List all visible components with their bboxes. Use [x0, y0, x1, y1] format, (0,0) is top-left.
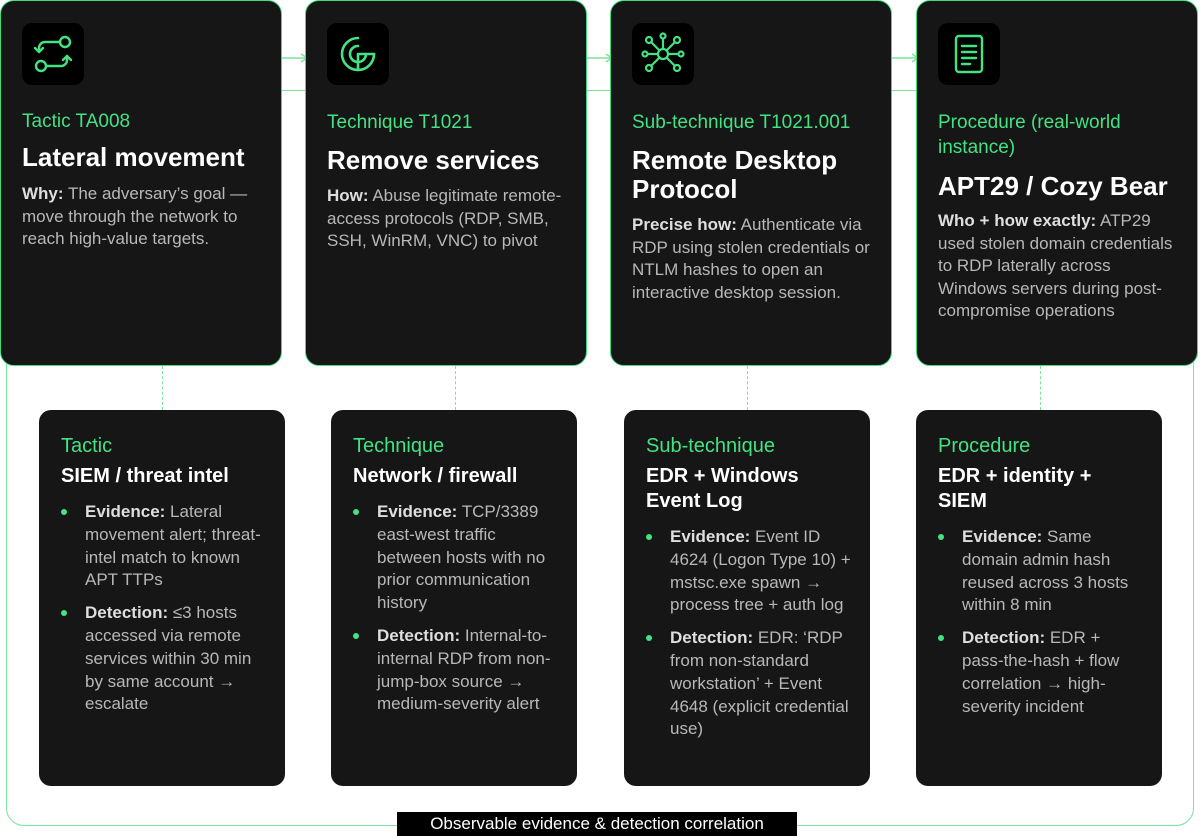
connector-4 [1040, 366, 1041, 410]
caption-label: Observable evidence & detection correlat… [397, 812, 797, 836]
tactic-card: Tactic TA008 Lateral movement Why: The a… [0, 0, 282, 366]
detection-source: SIEM / threat intel [61, 465, 229, 487]
detection-level: Procedure [938, 435, 1031, 457]
detection-source: EDR + Windows Event Log [646, 465, 799, 512]
card-title: Remove services [327, 145, 540, 175]
sub-technique-detection-card: Sub-technique EDR + Windows Event Log Ev… [624, 410, 870, 786]
evidence-item: Evidence: Event ID 4624 (Logon Type 10) … [646, 526, 852, 617]
technique-detection-card: Technique Network / firewall Evidence: T… [331, 410, 577, 786]
bullet-dot-icon [646, 534, 652, 540]
evidence-item: Evidence: TCP/3389 east-west traffic bet… [353, 501, 559, 615]
technique-card: Technique T1021 Remove services How: Abu… [305, 0, 587, 366]
card-title: APT29 / Cozy Bear [938, 171, 1168, 201]
sub-technique-card: Sub-technique T1021.001 Remote Desktop P… [610, 0, 892, 366]
bullet-dot-icon [646, 635, 652, 642]
bullet-dot-icon [938, 635, 944, 642]
detection-item: Detection: EDR: ‘RDP from non-standard w… [646, 627, 852, 741]
detection-item: Detection: EDR + pass-the-hash + flow co… [938, 627, 1144, 718]
procedure-card: Procedure (real-world instance) APT29 / … [916, 0, 1198, 366]
card-title: Remote Desktop Protocol [632, 145, 838, 204]
bullet-dot-icon [353, 509, 359, 515]
evidence-item: Evidence: Same domain admin hash reused … [938, 526, 1144, 617]
evidence-item: Evidence: Lateral movement alert; threat… [61, 501, 267, 592]
card-description: Why: The adversary’s goal — move through… [22, 184, 248, 249]
detection-level: Sub-technique [646, 435, 775, 457]
detection-level: Tactic [61, 435, 113, 457]
detection-level: Technique [353, 435, 445, 457]
card-description: Who + how exactly: ATP29 used stolen dom… [938, 211, 1173, 321]
document-icon [938, 23, 1000, 85]
target-radar-icon [327, 23, 389, 85]
bullet-dot-icon [938, 534, 944, 540]
detection-source: Network / firewall [353, 465, 518, 487]
connector-1 [162, 366, 163, 410]
bullet-dot-icon [61, 610, 67, 617]
card-level: Procedure (real-world instance) [938, 112, 1121, 158]
tactic-detection-card: Tactic SIEM / threat intel Evidence: Lat… [39, 410, 285, 786]
connector-2 [455, 366, 456, 410]
bullet-dot-icon [61, 509, 67, 515]
detection-item: Detection: Internal-to-internal RDP from… [353, 625, 559, 716]
card-level: Tactic TA008 [22, 111, 131, 132]
card-description: How: Abuse legitimate remote-access prot… [327, 186, 562, 251]
detection-source: EDR + identity + SIEM [938, 465, 1092, 512]
network-hub-icon [632, 23, 694, 85]
card-title: Lateral movement [22, 142, 245, 172]
transfer-arrows-icon [22, 23, 84, 85]
bullet-dot-icon [353, 632, 359, 639]
procedure-detection-card: Procedure EDR + identity + SIEM Evidence… [916, 410, 1162, 786]
card-level: Sub-technique T1021.001 [632, 112, 851, 133]
card-level: Technique T1021 [327, 112, 473, 133]
card-description: Precise how: Authenticate via RDP using … [632, 215, 870, 302]
detection-item: Detection: ≤3 hosts accessed via remote … [61, 602, 267, 716]
connector-3 [747, 366, 748, 410]
